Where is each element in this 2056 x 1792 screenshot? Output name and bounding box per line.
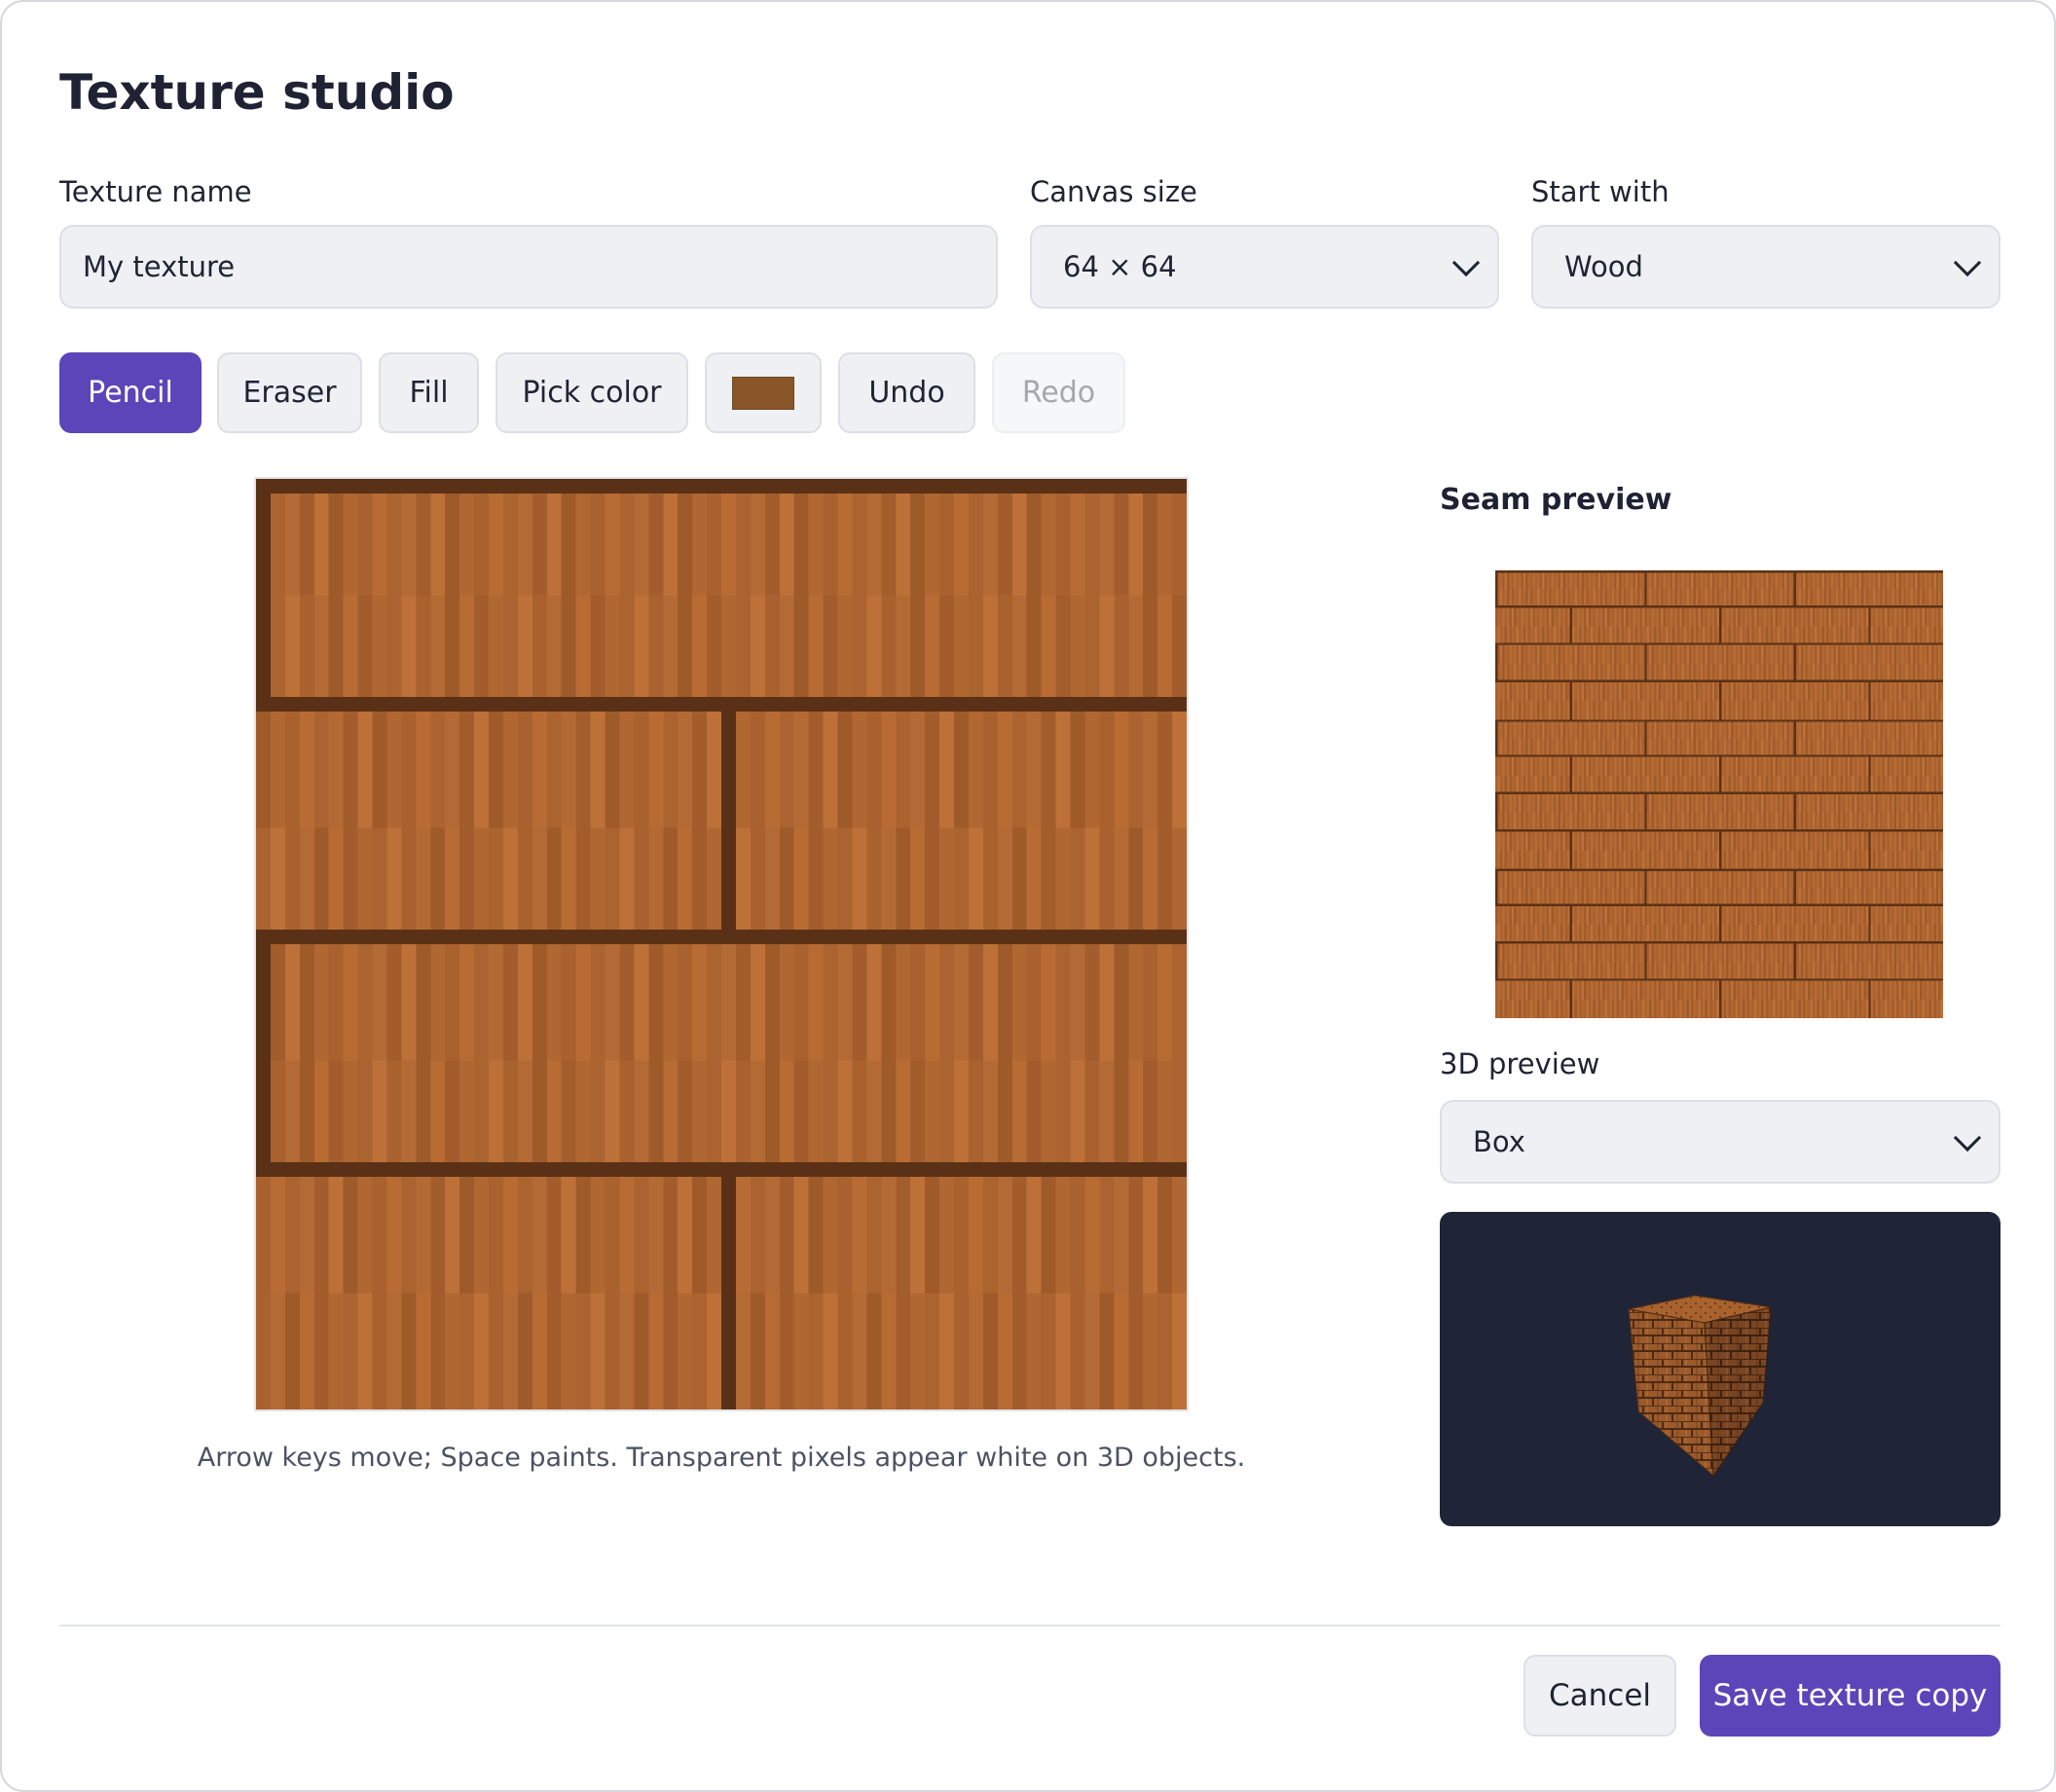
- pick-color-button[interactable]: Pick color: [496, 352, 688, 433]
- chevron-down-icon: [1953, 248, 1982, 277]
- texture-name-input[interactable]: My texture: [59, 225, 998, 309]
- texture-studio-dialog: Texture studio Texture name My texture C…: [0, 0, 2056, 1792]
- 3d-preview-label: 3D preview: [1440, 1047, 1600, 1080]
- cancel-button[interactable]: Cancel: [1524, 1655, 1676, 1737]
- current-color-swatch: [732, 376, 794, 410]
- canvas-size-value: 64 × 64: [1063, 250, 1177, 283]
- undo-button[interactable]: Undo: [838, 352, 975, 433]
- save-texture-copy-button[interactable]: Save texture copy: [1700, 1655, 2001, 1737]
- seam-preview-title: Seam preview: [1440, 483, 1672, 517]
- canvas-size-label: Canvas size: [1030, 175, 1197, 208]
- chevron-down-icon: [1953, 1123, 1982, 1152]
- 3d-shape-value: Box: [1473, 1125, 1525, 1158]
- footer-divider: [59, 1625, 2001, 1627]
- dialog-title: Texture studio: [59, 64, 455, 121]
- texture-name-value: My texture: [83, 250, 236, 283]
- texture-name-label: Texture name: [59, 175, 252, 208]
- canvas-hint: Arrow keys move; Space paints. Transpare…: [197, 1443, 1246, 1473]
- start-with-value: Wood: [1564, 250, 1643, 283]
- redo-button[interactable]: Redo: [992, 352, 1125, 433]
- 3d-shape-select[interactable]: Box: [1440, 1100, 2001, 1184]
- seam-preview-art: [1495, 570, 1943, 1018]
- chevron-down-icon: [1451, 248, 1481, 277]
- seam-preview: [1495, 570, 1943, 1018]
- pixel-canvas[interactable]: [254, 477, 1189, 1411]
- pencil-tool-button[interactable]: Pencil: [59, 352, 202, 433]
- fill-tool-button[interactable]: Fill: [379, 352, 479, 433]
- canvas-size-select[interactable]: 64 × 64: [1030, 225, 1499, 309]
- color-swatch-button[interactable]: [705, 352, 822, 433]
- 3d-cube-preview: [1628, 1295, 1772, 1478]
- start-with-label: Start with: [1531, 175, 1670, 208]
- eraser-tool-button[interactable]: Eraser: [217, 352, 362, 433]
- 3d-preview-viewport[interactable]: [1440, 1212, 2001, 1526]
- start-with-select[interactable]: Wood: [1531, 225, 2001, 309]
- pixel-canvas-art: [256, 479, 1187, 1409]
